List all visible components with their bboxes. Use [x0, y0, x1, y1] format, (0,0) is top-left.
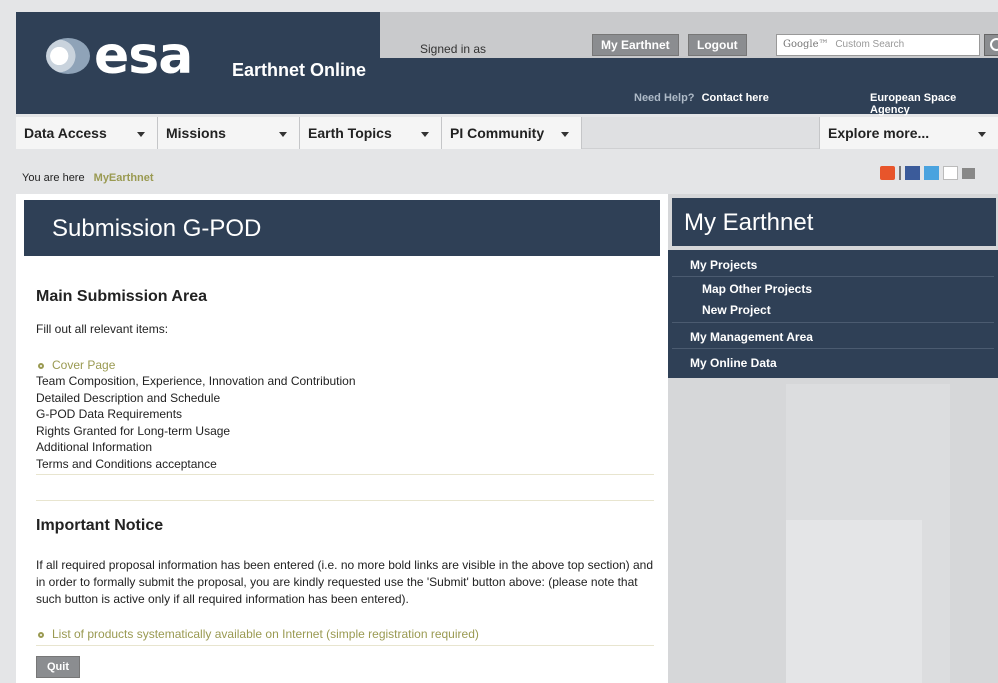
search-placeholder: Custom Search — [835, 39, 905, 50]
bullet-icon — [38, 362, 44, 369]
list-item: Rights Granted for Long-term Usage — [36, 423, 231, 438]
list-item: Additional Information — [36, 440, 153, 454]
page-title: Submission G-POD — [24, 200, 660, 256]
sidebar-item-my-projects[interactable]: My Projects — [690, 258, 757, 272]
sidebar-item-new-project[interactable]: New Project — [702, 303, 771, 317]
nav-missions[interactable]: Missions — [158, 117, 300, 149]
my-earthnet-button[interactable]: My Earthnet — [592, 34, 679, 56]
chevron-down-icon — [137, 132, 145, 137]
chevron-down-icon — [421, 132, 429, 137]
add-icon[interactable] — [880, 166, 895, 180]
need-help-label: Need Help? — [634, 92, 695, 104]
agency-link[interactable]: European Space Agency — [870, 92, 998, 116]
nav-label: Missions — [166, 125, 226, 141]
logout-button[interactable]: Logout — [688, 34, 747, 56]
facebook-icon[interactable] — [905, 166, 920, 180]
list-item: Terms and Conditions acceptance — [36, 456, 217, 471]
nav-label: Earth Topics — [308, 125, 392, 141]
sidebar-menu: My Projects Map Other Projects New Proje… — [668, 250, 998, 378]
products-link[interactable]: List of products systematically availabl… — [52, 627, 479, 641]
nav-label: PI Community — [450, 125, 545, 141]
esa-logo-text: esa — [94, 26, 193, 86]
help-area: Need Help? Contact here — [634, 92, 769, 104]
email-icon[interactable] — [943, 166, 958, 180]
nav-earth-topics[interactable]: Earth Topics — [300, 117, 442, 149]
cover-page-link[interactable]: Cover Page — [52, 358, 115, 372]
notice-text: If all required proposal information has… — [36, 558, 654, 606]
sidebar: My Earthnet My Projects Map Other Projec… — [668, 194, 998, 683]
divider — [672, 348, 994, 349]
sidebar-title: My Earthnet — [672, 198, 996, 246]
section-title-notice: Important Notice — [36, 517, 164, 534]
breadcrumb-label: You are here — [22, 172, 85, 184]
divider — [36, 645, 654, 646]
search-icon[interactable] — [984, 34, 998, 56]
sidebar-item-management[interactable]: My Management Area — [690, 330, 813, 344]
quit-button[interactable]: Quit — [36, 656, 80, 678]
breadcrumb-current[interactable]: MyEarthnet — [94, 172, 154, 184]
divider — [672, 276, 994, 277]
nav-label: Data Access — [24, 125, 107, 141]
site-title: Earthnet Online — [232, 60, 367, 80]
divider — [36, 474, 654, 475]
search-input[interactable]: Google™ Custom Search — [776, 34, 980, 56]
main-nav: Data Access Missions Earth Topics PI Com… — [16, 117, 998, 149]
chevron-down-icon — [279, 132, 287, 137]
twitter-icon[interactable] — [924, 166, 939, 180]
divider — [899, 166, 901, 180]
section-title-main: Main Submission Area — [36, 288, 207, 305]
divider — [36, 500, 654, 501]
breadcrumb: You are here MyEarthnet — [22, 172, 154, 184]
main-content: Submission G-POD Main Submission Area Fi… — [16, 194, 668, 683]
submission-items: Team Composition, Experience, Innovation… — [36, 373, 356, 472]
list-item: Team Composition, Experience, Innovation… — [36, 374, 356, 388]
nav-pi-community[interactable]: PI Community — [442, 117, 582, 149]
signed-in-label: Signed in as — [420, 42, 487, 56]
print-icon[interactable] — [962, 167, 975, 179]
contact-link[interactable]: Contact here — [702, 92, 769, 104]
nav-label: Explore more... — [828, 125, 930, 141]
divider — [672, 322, 994, 323]
list-item: G-POD Data Requirements — [36, 407, 183, 421]
bullet-icon — [38, 631, 44, 638]
sidebar-lower-panel — [786, 520, 922, 683]
chevron-down-icon — [978, 132, 986, 137]
esa-globe-icon — [46, 38, 90, 74]
sidebar-item-online-data[interactable]: My Online Data — [690, 356, 777, 370]
products-item[interactable]: List of products systematically availabl… — [38, 627, 479, 641]
chevron-down-icon — [561, 132, 569, 137]
site-header: esa Earthnet Online Signed in as My Eart… — [16, 12, 998, 116]
search-brand: Google™ — [783, 39, 829, 50]
section-intro: Fill out all relevant items: — [36, 322, 169, 336]
list-item: Detailed Description and Schedule — [36, 390, 221, 405]
esa-logo[interactable]: esa — [46, 26, 193, 86]
nav-explore-more[interactable]: Explore more... — [819, 117, 998, 149]
sidebar-item-map-other-projects[interactable]: Map Other Projects — [702, 282, 812, 296]
nav-data-access[interactable]: Data Access — [16, 117, 158, 149]
share-bar — [880, 166, 975, 180]
cover-page-item[interactable]: Cover Page — [38, 358, 115, 372]
